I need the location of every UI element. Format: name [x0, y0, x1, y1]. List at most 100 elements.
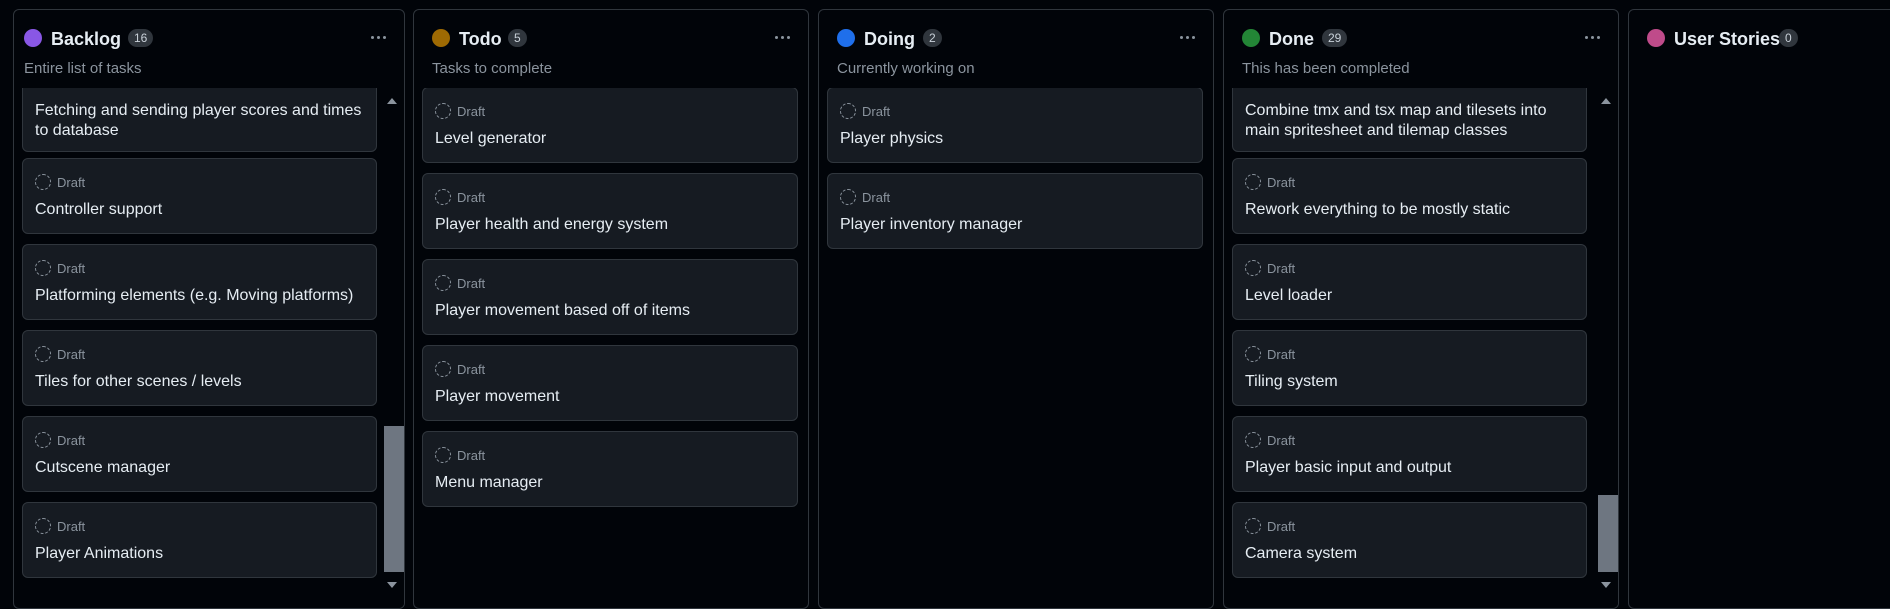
card[interactable]: Draft Level loader	[1232, 244, 1587, 320]
card[interactable]: Draft Player Animations	[22, 502, 377, 578]
card-list: Draft Player physics Draft Player invent…	[819, 88, 1213, 608]
draft-icon	[1245, 260, 1261, 276]
card[interactable]: Draft Player movement based off of items	[422, 259, 798, 335]
kebab-menu-icon[interactable]	[1578, 26, 1606, 48]
draft-icon	[1245, 432, 1261, 448]
card-title[interactable]: Fetching and sending player scores and t…	[35, 101, 364, 141]
draft-label: Draft	[457, 447, 486, 463]
card[interactable]: Draft Player movement	[422, 345, 798, 421]
draft-icon	[35, 346, 51, 362]
draft-icon	[35, 432, 51, 448]
card-list: Fetching and sending player scores and t…	[14, 88, 404, 608]
card-title[interactable]: Player inventory manager	[840, 215, 1190, 235]
card[interactable]: Combine tmx and tsx map and tilesets int…	[1232, 88, 1587, 152]
draft-label: Draft	[57, 518, 86, 534]
draft-icon	[35, 260, 51, 276]
count-badge: 5	[508, 29, 527, 47]
card-title[interactable]: Tiles for other scenes / levels	[35, 372, 364, 392]
column-description: Tasks to complete	[432, 60, 553, 77]
scrollbar[interactable]	[382, 88, 404, 608]
count-badge: 2	[923, 29, 942, 47]
card-title[interactable]: Tiling system	[1245, 372, 1574, 392]
circle-icon	[24, 29, 42, 47]
card-title[interactable]: Combine tmx and tsx map and tilesets int…	[1245, 101, 1574, 141]
card[interactable]: Draft Platforming elements (e.g. Moving …	[22, 244, 377, 320]
draft-icon	[435, 275, 451, 291]
draft-label: Draft	[57, 260, 86, 276]
card[interactable]: Draft Level generator	[422, 88, 798, 163]
card[interactable]: Draft Cutscene manager	[22, 416, 377, 492]
kebab-menu-icon[interactable]	[364, 26, 392, 48]
card-title[interactable]: Player movement based off of items	[435, 301, 785, 321]
card[interactable]: Draft Player inventory manager	[827, 173, 1203, 249]
draft-label: Draft	[1267, 174, 1296, 190]
column-done: Done 29 This has been completed Combine …	[1223, 9, 1619, 609]
card-title[interactable]: Player movement	[435, 387, 785, 407]
card-title[interactable]: Level loader	[1245, 286, 1574, 306]
card[interactable]: Draft Tiles for other scenes / levels	[22, 330, 377, 406]
scrollbar-thumb[interactable]	[1598, 495, 1618, 572]
column-title: Done	[1269, 29, 1314, 49]
column-header: Done 29 This has been completed	[1224, 10, 1618, 90]
card[interactable]: Draft Tiling system	[1232, 330, 1587, 406]
card-title[interactable]: Menu manager	[435, 473, 785, 493]
card-title[interactable]: Player health and energy system	[435, 215, 785, 235]
card[interactable]: Draft Controller support	[22, 158, 377, 234]
draft-icon	[1245, 518, 1261, 534]
column-doing: Doing 2 Currently working on Draft Playe…	[818, 9, 1214, 609]
card[interactable]: Draft Player basic input and output	[1232, 416, 1587, 492]
draft-icon	[35, 518, 51, 534]
draft-icon	[35, 174, 51, 190]
count-badge: 29	[1322, 29, 1348, 47]
chevron-up-icon[interactable]	[1601, 98, 1611, 104]
card-title[interactable]: Platforming elements (e.g. Moving platfo…	[35, 286, 364, 306]
kebab-menu-icon[interactable]	[1173, 26, 1201, 48]
draft-label: Draft	[862, 103, 891, 119]
chevron-down-icon[interactable]	[387, 582, 397, 588]
draft-icon	[435, 189, 451, 205]
card-title[interactable]: Level generator	[435, 129, 785, 149]
card[interactable]: Draft Player physics	[827, 88, 1203, 163]
circle-icon	[432, 29, 450, 47]
column-header: Backlog 16 Entire list of tasks	[14, 10, 404, 90]
card-list: Combine tmx and tsx map and tilesets int…	[1224, 88, 1618, 608]
column-header: User Stories 0	[1629, 10, 1890, 90]
draft-icon	[840, 189, 856, 205]
column-header: Doing 2 Currently working on	[819, 10, 1213, 90]
card[interactable]: Draft Menu manager	[422, 431, 798, 507]
card[interactable]: Fetching and sending player scores and t…	[22, 88, 377, 152]
draft-label: Draft	[1267, 518, 1296, 534]
card-title[interactable]: Player physics	[840, 129, 1190, 149]
draft-label: Draft	[57, 174, 86, 190]
card-title[interactable]: Camera system	[1245, 544, 1574, 564]
kebab-menu-icon[interactable]	[768, 26, 796, 48]
card[interactable]: Draft Camera system	[1232, 502, 1587, 578]
card-title[interactable]: Controller support	[35, 200, 364, 220]
card[interactable]: Draft Rework everything to be mostly sta…	[1232, 158, 1587, 234]
circle-icon	[1242, 29, 1260, 47]
card-title[interactable]: Player Animations	[35, 544, 364, 564]
scrollbar[interactable]	[1596, 88, 1618, 608]
card-list: Draft Level generator Draft Player healt…	[414, 88, 808, 608]
draft-label: Draft	[1267, 260, 1296, 276]
chevron-up-icon[interactable]	[387, 98, 397, 104]
draft-icon	[1245, 346, 1261, 362]
card-title[interactable]: Cutscene manager	[35, 458, 364, 478]
card-title[interactable]: Player basic input and output	[1245, 458, 1574, 478]
draft-icon	[435, 361, 451, 377]
draft-label: Draft	[57, 432, 86, 448]
column-description: Entire list of tasks	[24, 60, 142, 77]
draft-label: Draft	[1267, 346, 1296, 362]
chevron-down-icon[interactable]	[1601, 582, 1611, 588]
scrollbar-thumb[interactable]	[384, 426, 404, 572]
draft-label: Draft	[1267, 432, 1296, 448]
draft-label: Draft	[457, 361, 486, 377]
column-description: This has been completed	[1242, 60, 1410, 77]
draft-icon	[1245, 174, 1261, 190]
card-title[interactable]: Rework everything to be mostly static	[1245, 200, 1574, 220]
count-badge: 16	[128, 29, 154, 47]
circle-icon	[837, 29, 855, 47]
column-header: Todo 5 Tasks to complete	[414, 10, 808, 90]
column-backlog: Backlog 16 Entire list of tasks Fetching…	[13, 9, 405, 609]
card[interactable]: Draft Player health and energy system	[422, 173, 798, 249]
